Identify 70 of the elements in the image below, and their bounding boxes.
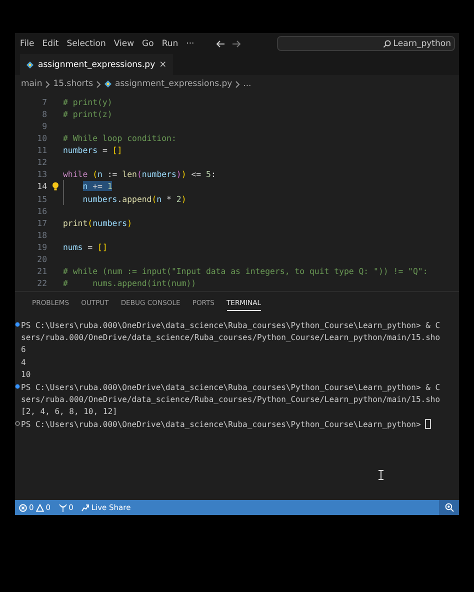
search-field[interactable]: Learn_python [277, 36, 455, 51]
search-icon [383, 40, 392, 48]
menu-item[interactable]: Run [158, 38, 182, 48]
line-number: 22 [36, 278, 47, 288]
code-line: # print(y) [63, 96, 112, 108]
terminal-line: PS C:\Users\ruba.000\OneDrive\data_science\Ruba_courses\Python_Course\Learn_python> [21, 420, 421, 429]
terminal-line: PS C:\Users\ruba.000\OneDrive\data_science\Ruba_courses\Python_Course\Learn_python> & C [21, 382, 440, 392]
terminal-line: 6 [21, 345, 26, 354]
status-dot-icon[interactable] [15, 384, 20, 390]
code-line: n += 1 [63, 180, 112, 192]
breadcrumb[interactable]: assignment_expressions.py [115, 79, 232, 89]
breadcrumb[interactable]: ... [243, 79, 252, 89]
python-file-icon [26, 60, 34, 68]
terminal-line: 10 [21, 370, 31, 380]
line-number: 8 [41, 109, 47, 120]
terminal-line: PS C:\Users\ruba.000\OneDrive\data_science\Ruba_courses\Python_Course\Learn_python> & C [21, 320, 440, 330]
text-cursor-icon [378, 470, 384, 480]
line-number: 14 [36, 181, 47, 192]
breadcrumb[interactable]: 15.shorts [53, 79, 94, 89]
menu-item[interactable]: File [16, 38, 38, 48]
line-number: 19 [36, 242, 47, 252]
menu-item[interactable]: View [110, 38, 138, 48]
line-number: 15 [36, 194, 47, 204]
breadcrumb[interactable]: main [21, 79, 42, 89]
terminal-cursor [424, 419, 431, 430]
chevron-icon [96, 80, 102, 88]
menu-item[interactable]: Go [138, 38, 158, 48]
line-number: 13 [36, 169, 47, 180]
error-icon [19, 504, 27, 512]
code-line: # while (num := input("Input data as integers, to quit type Q: ")) != "Q": [63, 264, 428, 277]
code-line: # print(z) [63, 108, 112, 120]
line-number: 11 [36, 145, 47, 156]
line-number: 17 [36, 218, 47, 228]
code-line: numbers.append(n * 2) [63, 192, 186, 205]
line-number: 9 [41, 121, 47, 132]
lightbulb-icon[interactable] [52, 182, 58, 191]
share-icon [81, 504, 90, 512]
line-number: 21 [36, 266, 47, 276]
menu-item[interactable]: ··· [182, 38, 198, 48]
terminal-line: 4 [21, 358, 26, 367]
line-number: 20 [36, 254, 47, 264]
code-line: nums = [] [63, 240, 108, 253]
menu-item[interactable]: Selection [62, 38, 110, 48]
forward-arrow-icon[interactable] [232, 40, 242, 48]
terminal-line: sers/ruba.000/OneDrive/data_science/Ruba_courses/Python_Course/Learn_python/main/15.sho [21, 395, 440, 404]
line-number: 12 [36, 157, 47, 168]
warning-icon [36, 504, 44, 512]
terminal-line: sers/ruba.000/OneDrive/data_science/Ruba_courses/Python_Course/Learn_python/main/15.sho [21, 333, 440, 342]
code-line: # nums.append(int(num)) [63, 276, 196, 289]
code-line: numbers = [] [63, 144, 122, 156]
code-line: while (n := len(numbers)) <= 5: [63, 168, 216, 180]
close-icon[interactable]: × [159, 60, 167, 70]
chevron-icon [235, 80, 240, 88]
editor-tab[interactable]: assignment_expressions.py × [20, 54, 173, 75]
tab-label: assignment_expressions.py [38, 60, 156, 70]
menu-item[interactable]: Edit [38, 38, 63, 48]
chevron-icon [45, 80, 50, 88]
antenna-icon [58, 504, 67, 512]
python-file-icon [104, 80, 112, 88]
line-number: 16 [36, 206, 47, 216]
line-number: 18 [36, 230, 47, 240]
code-line: print(numbers) [63, 216, 132, 229]
status-circle-icon[interactable] [15, 421, 20, 426]
line-number: 10 [36, 133, 47, 144]
code-line: # While loop condition: [63, 132, 176, 144]
zoom-icon[interactable] [444, 503, 454, 512]
status-dot-icon[interactable] [15, 322, 20, 328]
terminal-line: [2, 4, 6, 8, 10, 12] [21, 407, 118, 416]
back-arrow-icon[interactable] [216, 40, 226, 48]
line-number: 7 [41, 97, 47, 108]
